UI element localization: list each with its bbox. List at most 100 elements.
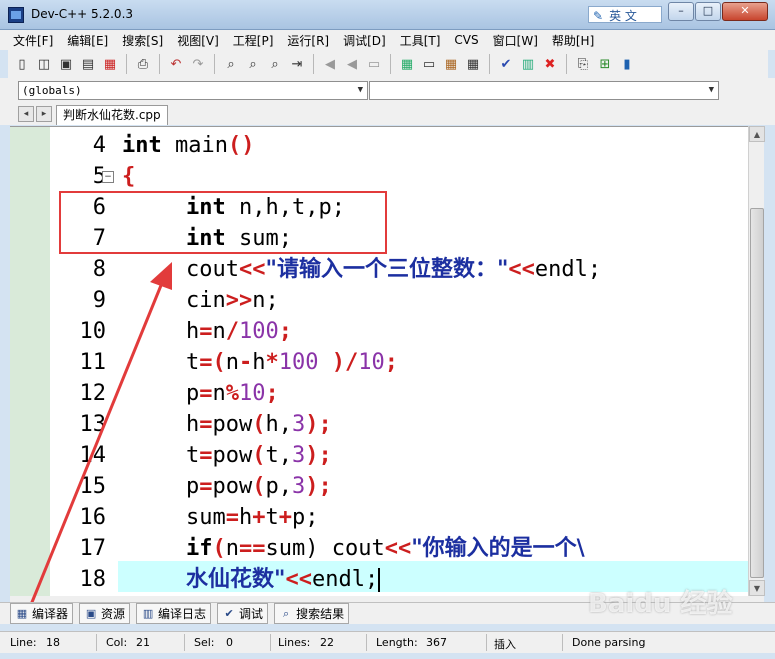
app-icon [8,7,24,23]
tab-search-results[interactable]: ⌕ 搜索结果 [274,603,350,624]
menu-debug[interactable]: 调试[D] [336,32,393,49]
scope-dropdown-value: (globals) [22,84,82,97]
unindent-icon[interactable]: ◀ [342,54,362,74]
class-browser-icon[interactable]: ▭ [419,54,439,74]
code-line-11: t=(n-h*100 )/10; [186,350,398,375]
status-divider [562,634,563,651]
status-line-value: 18 [46,636,60,649]
code-line-18: 水仙花数"<<endl; [186,567,381,592]
new-project-icon[interactable]: ▦ [397,54,417,74]
tab-compile-log[interactable]: ▥ 编译日志 [136,603,212,624]
run-icon[interactable]: ⊞ [595,54,615,74]
toggle-comment-icon[interactable]: ▭ [364,54,384,74]
chart-icon: ▥ [142,606,154,620]
new-file-icon[interactable]: ▯ [12,54,32,74]
tab-debug[interactable]: ✔ 调试 [217,603,269,624]
symbol-dropdown[interactable]: ▼ [369,81,719,100]
line-number: 11 [79,350,107,375]
status-parse: Done parsing [572,636,646,649]
fold-toggle-icon[interactable]: − [102,171,114,183]
status-divider [366,634,367,651]
compile-icon[interactable]: ⎘ [573,54,593,74]
toolbar: ▯ ◫ ▣ ▤ ▦ ⎙ ↶ ↷ ⌕ ⌕ ⌕ ⇥ ◀ ◀ ▭ ▦ ▭ ▦ ▦ ✔ … [8,50,768,78]
undo-icon[interactable]: ↶ [166,54,186,74]
redo-icon[interactable]: ↷ [188,54,208,74]
status-divider [270,634,271,651]
code-line-16: sum=h+t+p; [186,505,319,530]
minimize-button[interactable]: – [668,2,694,21]
status-length-value: 367 [426,636,447,649]
gutter-margin [10,127,50,596]
status-line-label: Line: [10,636,37,649]
vertical-scrollbar[interactable]: ▲ ▼ [748,126,765,596]
menu-search[interactable]: 搜索[S] [115,32,170,49]
check-icon[interactable]: ✔ [496,54,516,74]
line-number: 16 [79,505,107,530]
tab-compiler[interactable]: ▦ 编译器 [10,603,74,624]
search-icon: ⌕ [282,606,290,620]
status-col-value: 21 [136,636,150,649]
status-lines-label: Lines: [278,636,311,649]
toolbar-divider [159,54,160,74]
code-line-4: int main() [122,133,255,158]
layout-icon[interactable]: ▦ [441,54,461,74]
chart-icon[interactable]: ▥ [518,54,538,74]
line-number: 10 [79,319,107,344]
menu-cvs[interactable]: CVS [447,33,485,47]
status-bar: Line: 18 Col: 21 Sel: 0 Lines: 22 Length… [0,631,775,653]
line-number: 17 [79,536,107,561]
status-divider [184,634,185,651]
menu-file[interactable]: 文件[F] [6,32,60,49]
save-all-icon[interactable]: ▤ [78,54,98,74]
close-button[interactable]: ✕ [722,2,768,21]
tab-active-file[interactable]: 判断水仙花数.cpp [56,105,168,125]
tab-resources[interactable]: ▣ 资源 [79,603,131,624]
delete-icon[interactable]: ✖ [540,54,560,74]
menu-project[interactable]: 工程[P] [226,32,281,49]
find-next-icon[interactable]: ⌕ [265,54,285,74]
scrollbar-thumb[interactable] [750,208,764,578]
line-number: 15 [79,474,107,499]
find-icon[interactable]: ⌕ [221,54,241,74]
scroll-up-icon[interactable]: ▲ [749,126,765,142]
line-number: 12 [79,381,107,406]
maximize-button[interactable]: □ [695,2,721,21]
toolbar-divider [390,54,391,74]
line-number: 8 [92,257,106,282]
title-bar: Dev-C++ 5.2.0.3 ✎ 英 文 – □ ✕ [0,0,775,30]
debug-icon[interactable]: ▮ [617,54,637,74]
goto-line-icon[interactable]: ⇥ [287,54,307,74]
print-icon[interactable]: ⎙ [133,54,153,74]
ime-indicator[interactable]: ✎ 英 文 [588,6,662,23]
scroll-down-icon[interactable]: ▼ [749,580,765,596]
line-number: 13 [79,412,107,437]
close-file-icon[interactable]: ▦ [100,54,120,74]
tab-label: 编译日志 [158,607,207,621]
status-divider [96,634,97,651]
annotation-highlight-box [59,191,387,254]
menu-help[interactable]: 帮助[H] [545,32,601,49]
tab-scroll-right-icon[interactable]: ▸ [36,106,52,122]
code-line-5: { [122,164,136,189]
menu-edit[interactable]: 编辑[E] [60,32,115,49]
line-number: 4 [92,133,106,158]
tab-label: 搜索结果 [296,607,345,621]
menu-tools[interactable]: 工具[T] [393,32,448,49]
tab-scroll-left-icon[interactable]: ◂ [18,106,34,122]
replace-icon[interactable]: ⌕ [243,54,263,74]
toolbar-divider [489,54,490,74]
save-icon[interactable]: ▣ [56,54,76,74]
chevron-down-icon: ▼ [708,85,714,95]
indent-icon[interactable]: ◀ [320,54,340,74]
menu-window[interactable]: 窗口[W] [486,32,545,49]
status-sel-value: 0 [226,636,233,649]
status-insert-mode: 插入 [494,638,516,651]
status-col-label: Col: [106,636,128,649]
window-icon[interactable]: ▦ [463,54,483,74]
chevron-down-icon: ▼ [357,85,363,95]
scope-dropdown[interactable]: (globals) ▼ [18,81,368,100]
menu-view[interactable]: 视图[V] [170,32,226,49]
open-icon[interactable]: ◫ [34,54,54,74]
menu-run[interactable]: 运行[R] [280,32,336,49]
tab-label: 调试 [239,607,264,621]
